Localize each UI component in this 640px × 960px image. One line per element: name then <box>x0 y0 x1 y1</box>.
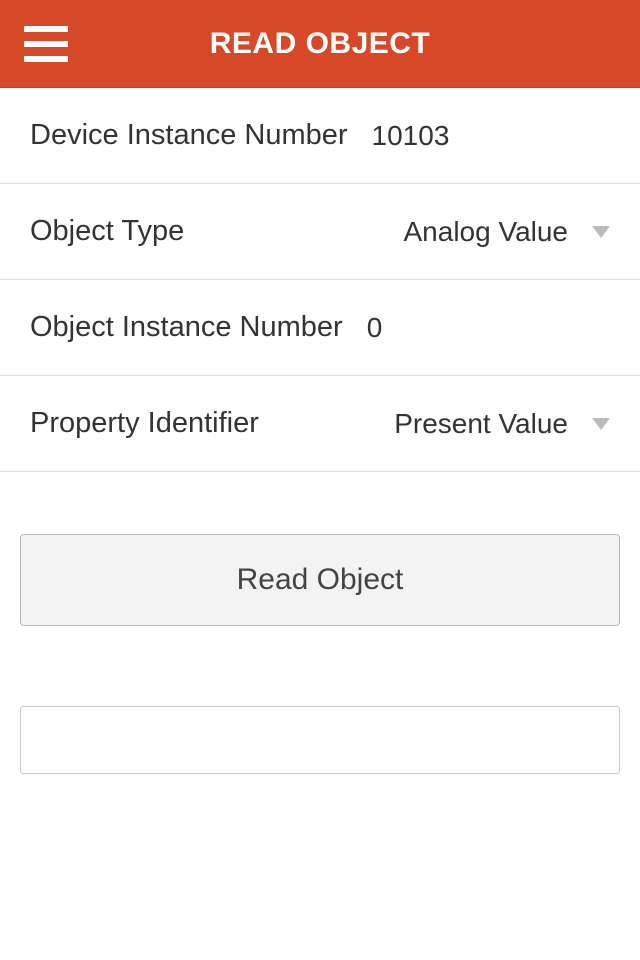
row-object-instance-number[interactable]: Object Instance Number 0 <box>0 280 640 376</box>
chevron-down-icon <box>592 418 610 430</box>
header-bar: READ OBJECT <box>0 0 640 88</box>
label-property-identifier: Property Identifier <box>30 407 394 440</box>
label-device-instance-number: Device Instance Number <box>30 119 348 152</box>
value-device-instance-number[interactable]: 10103 <box>372 120 610 152</box>
row-device-instance-number[interactable]: Device Instance Number 10103 <box>0 88 640 184</box>
button-container: Read Object <box>0 472 640 626</box>
menu-icon[interactable] <box>24 26 68 62</box>
output-box <box>20 706 620 774</box>
chevron-down-icon <box>592 226 610 238</box>
value-object-type: Analog Value <box>404 216 569 248</box>
read-object-button[interactable]: Read Object <box>20 534 620 626</box>
label-object-instance-number: Object Instance Number <box>30 311 343 344</box>
output-container <box>0 626 640 774</box>
label-object-type: Object Type <box>30 215 404 248</box>
page-title: READ OBJECT <box>210 27 431 61</box>
value-object-instance-number[interactable]: 0 <box>367 312 610 344</box>
row-property-identifier[interactable]: Property Identifier Present Value <box>0 376 640 472</box>
value-property-identifier: Present Value <box>394 408 568 440</box>
row-object-type[interactable]: Object Type Analog Value <box>0 184 640 280</box>
